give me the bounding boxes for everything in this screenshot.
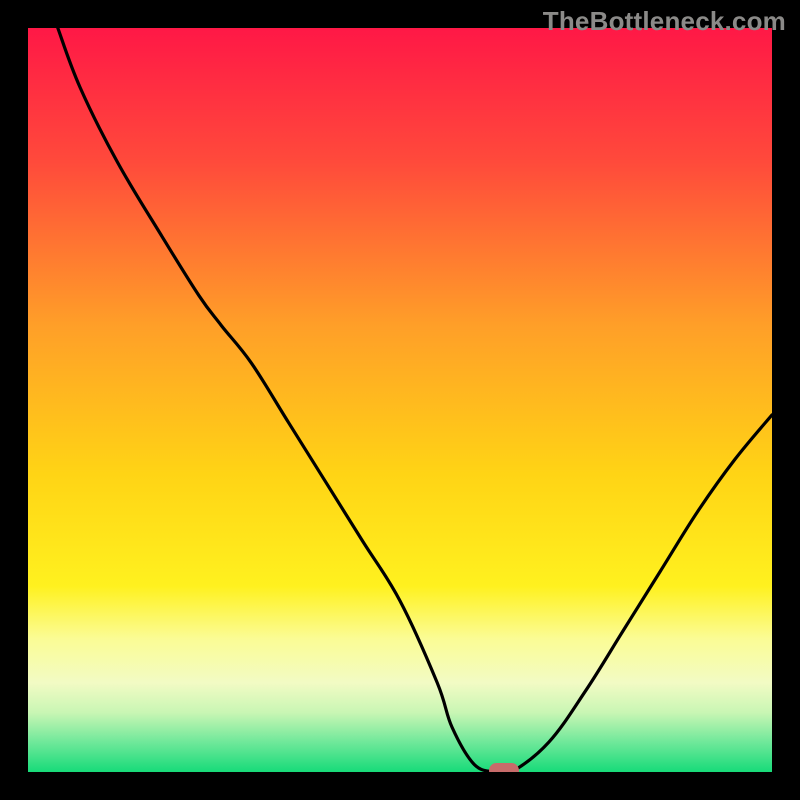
chart-container: TheBottleneck.com <box>0 0 800 800</box>
watermark-text: TheBottleneck.com <box>543 6 786 37</box>
bottleneck-curve <box>28 28 772 772</box>
optimal-point-marker <box>489 763 519 772</box>
plot-area <box>28 28 772 772</box>
